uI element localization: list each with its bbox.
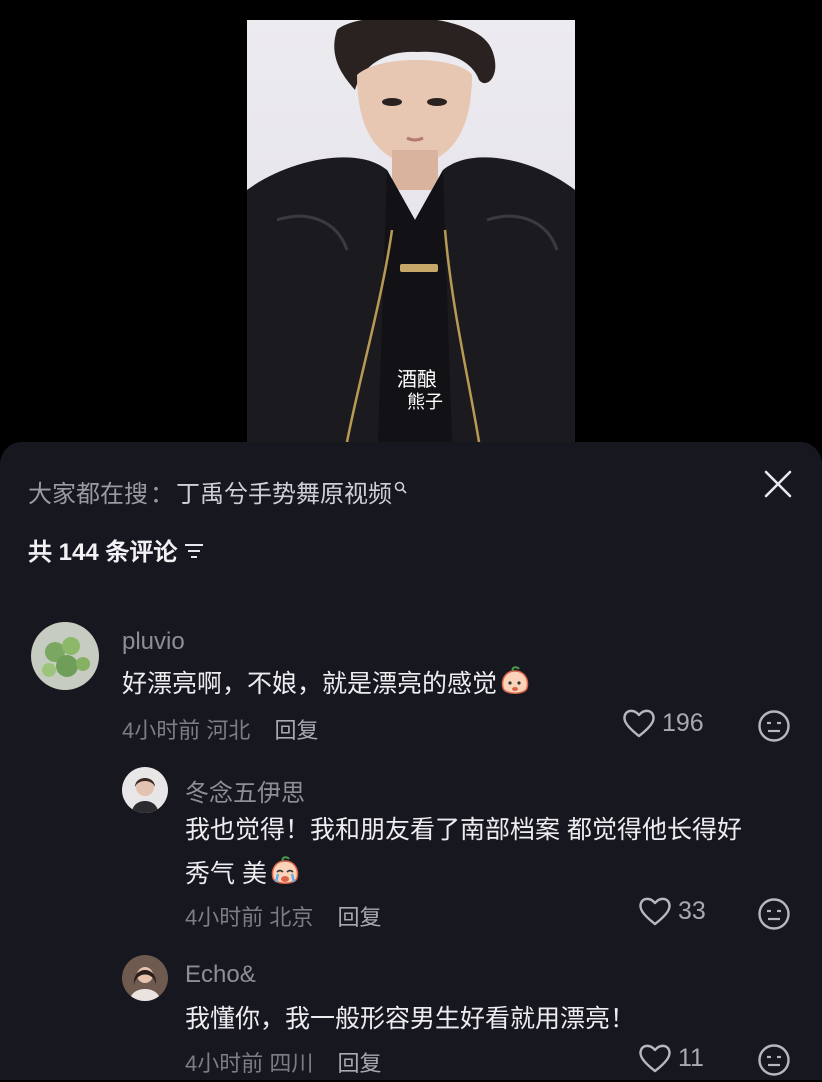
comment-meta: 4小时前 河北 回复 — [122, 713, 319, 745]
peach-face-emoji — [499, 666, 531, 712]
avatar[interactable] — [122, 955, 168, 1001]
watermark-line2: 熊子 — [407, 392, 443, 413]
search-icon[interactable] — [394, 474, 408, 502]
trending-search-query[interactable]: 丁禹兮手势舞原视频 — [176, 481, 392, 508]
comment-text: 好漂亮啊，不娘，就是漂亮的感觉 — [122, 662, 531, 712]
like-count: 11 — [678, 1043, 704, 1072]
comment-text: 我懂你，我一般形容男生好看就用漂亮！ — [185, 1005, 636, 1033]
comment-meta: 4小时前 北京 回复 — [185, 900, 382, 932]
avatar[interactable] — [31, 622, 99, 690]
heart-icon — [639, 1044, 671, 1073]
comment-count: 共 144 条评论 — [28, 532, 205, 568]
heart-icon — [623, 709, 655, 738]
comment-text-line1: 我也觉得！我和朋友看了南部档案 都觉得他长得好 — [185, 816, 742, 844]
avatar[interactable] — [122, 767, 168, 813]
comment-time: 4小时前 — [185, 1051, 264, 1076]
comment-username[interactable]: pluvio — [122, 628, 185, 656]
comment-time: 4小时前 — [122, 718, 201, 743]
close-icon[interactable] — [760, 466, 796, 502]
comment-text-line2-wrap: 秀气 美 — [185, 852, 785, 902]
reply-button[interactable]: 回复 — [338, 905, 382, 930]
comment-location: 四川 — [269, 1051, 314, 1076]
like-button[interactable]: 11 — [638, 1043, 704, 1073]
comment-text-body: 好漂亮啊，不娘，就是漂亮的感觉 — [122, 670, 498, 698]
comment-location: 北京 — [269, 905, 314, 930]
reply-button[interactable]: 回复 — [338, 1051, 382, 1076]
comment-count-label: 共 144 条评论 — [28, 539, 178, 566]
comment-time: 4小时前 — [185, 905, 264, 930]
trending-search-prefix: 大家都在搜 — [28, 481, 148, 508]
comment-username[interactable]: Echo& — [185, 961, 256, 989]
video-player[interactable]: 酒酿 熊子 — [0, 0, 822, 450]
comment-username[interactable]: 冬念五伊思 — [185, 773, 305, 808]
comment-location: 河北 — [206, 718, 251, 743]
comment-text-line2: 秀气 美 — [185, 860, 267, 888]
meh-face-icon[interactable] — [757, 1043, 791, 1077]
like-count: 196 — [662, 708, 704, 737]
like-button[interactable]: 33 — [638, 896, 706, 926]
crying-peach-emoji — [269, 856, 301, 902]
heart-icon — [639, 897, 671, 926]
comment-meta: 4小时前 四川 回复 — [185, 1046, 382, 1078]
like-count: 33 — [678, 896, 706, 925]
meh-face-icon[interactable] — [757, 897, 791, 931]
trending-search-separator: ： — [150, 481, 174, 508]
video-frame[interactable]: 酒酿 熊子 — [247, 20, 575, 442]
comment-text: 我也觉得！我和朋友看了南部档案 都觉得他长得好 秀气 美 — [185, 808, 785, 902]
reply-button[interactable]: 回复 — [275, 718, 319, 743]
video-thumbnail: 酒酿 熊子 — [247, 20, 575, 442]
meh-face-icon[interactable] — [757, 709, 791, 743]
like-button[interactable]: 196 — [622, 708, 704, 738]
trending-search[interactable]: 大家都在搜：丁禹兮手势舞原视频 — [28, 474, 408, 509]
watermark-line1: 酒酿 — [397, 367, 437, 391]
filter-icon[interactable] — [183, 540, 205, 568]
